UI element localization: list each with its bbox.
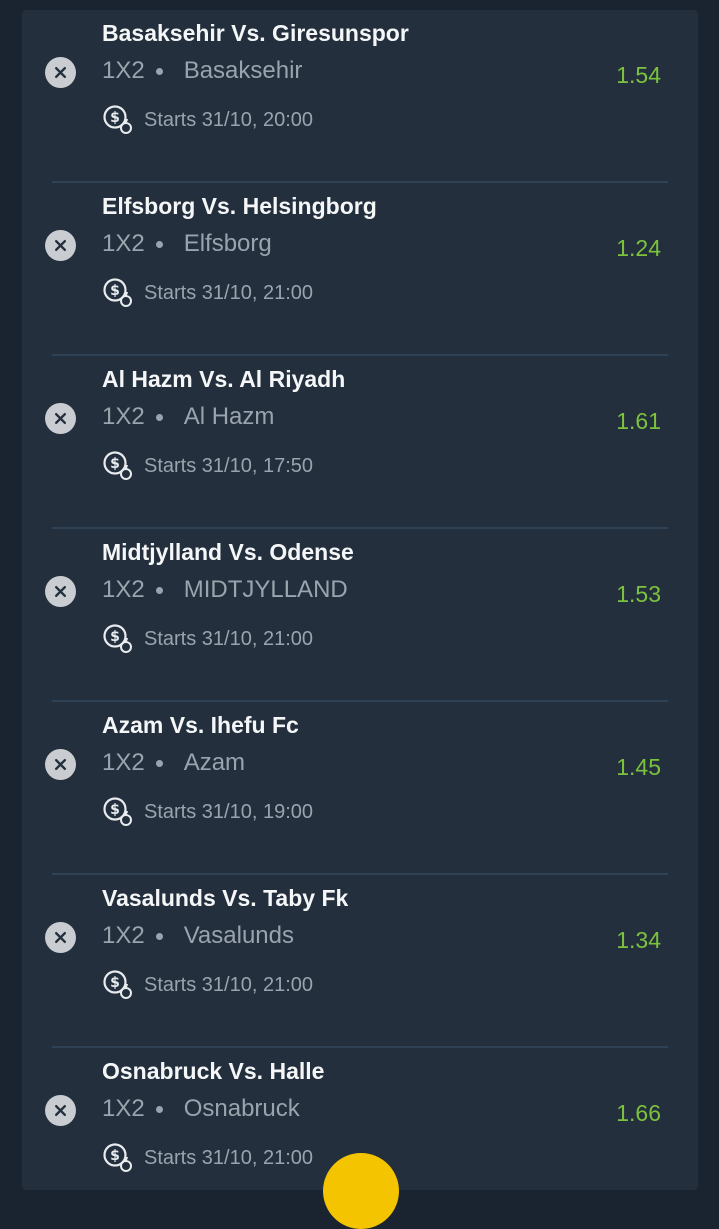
start-text: Starts 31/10, 19:00 [144, 800, 314, 823]
odds-value: 1.24 [616, 235, 661, 261]
selection-name: Azam [183, 749, 246, 776]
remove-bet-button[interactable] [45, 576, 76, 607]
start-time: $ Starts 31/10, 21:00 [102, 277, 313, 309]
close-icon [54, 412, 67, 425]
start-time: $ Starts 31/10, 21:00 [102, 1142, 313, 1174]
start-text: Starts 31/10, 21:00 [144, 281, 314, 304]
svg-text:$: $ [110, 802, 120, 818]
svg-text:$: $ [110, 975, 120, 991]
start-time: $ Starts 31/10, 21:00 [102, 623, 313, 655]
market-line: 1X2 Osnabruck [102, 1095, 300, 1123]
market-line: 1X2 Basaksehir [102, 57, 302, 85]
odds-value: 1.66 [616, 1100, 661, 1126]
bet-item: Azam Vs. Ihefu Fc 1X2 Azam $ Starts 31/10… [22, 702, 698, 875]
bet-item: Elfsborg Vs. Helsingborg 1X2 Elfsborg $ S… [22, 183, 698, 356]
separator-dot [155, 67, 163, 75]
coin-clock-icon: $ [103, 1143, 132, 1172]
remove-bet-button[interactable] [45, 1095, 76, 1126]
selection-name: Elfsborg [183, 230, 272, 257]
match-title: Osnabruck Vs. Halle [102, 1058, 325, 1084]
start-time: $ Starts 31/10, 20:00 [102, 104, 313, 136]
selection-name: Al Hazm [183, 403, 275, 430]
bet-item: Basaksehir Vs. Giresunspor 1X2 Basaksehir… [22, 10, 698, 183]
match-title: Midtjylland Vs. Odense [102, 539, 354, 565]
market-line: 1X2 Al Hazm [102, 403, 274, 431]
start-text: Starts 31/10, 20:00 [144, 108, 314, 131]
bet-item: Al Hazm Vs. Al Riyadh 1X2 Al Hazm $ Start… [22, 356, 698, 529]
market-line: 1X2 Azam [102, 749, 245, 777]
odds-value: 1.53 [616, 581, 661, 607]
coin-clock-icon: $ [103, 624, 132, 653]
market-name: 1X2 [102, 403, 145, 430]
market-name: 1X2 [102, 576, 145, 603]
market-line: 1X2 MIDTJYLLAND [102, 576, 348, 604]
coin-clock-icon: $ [103, 278, 132, 307]
separator-dot [155, 586, 163, 594]
selection-name: Basaksehir [183, 57, 303, 84]
close-icon [54, 585, 67, 598]
bet-item: Vasalunds Vs. Taby Fk 1X2 Vasalunds $ Sta… [22, 875, 698, 1048]
start-text: Starts 31/10, 21:00 [144, 973, 314, 996]
remove-bet-button[interactable] [45, 403, 76, 434]
close-icon [54, 66, 67, 79]
svg-text:$: $ [110, 1148, 120, 1164]
market-name: 1X2 [102, 1095, 145, 1122]
selection-name: Vasalunds [183, 922, 294, 949]
coin-clock-icon: $ [103, 797, 132, 826]
separator-dot [155, 759, 163, 767]
separator-dot [155, 1105, 163, 1113]
close-icon [54, 931, 67, 944]
start-time: $ Starts 31/10, 21:00 [102, 969, 313, 1001]
separator-dot [155, 413, 163, 421]
match-title: Al Hazm Vs. Al Riyadh [102, 366, 346, 392]
separator-dot [155, 932, 163, 940]
start-time: $ Starts 31/10, 17:50 [102, 450, 313, 482]
odds-value: 1.54 [616, 62, 661, 88]
odds-value: 1.34 [616, 927, 661, 953]
remove-bet-button[interactable] [45, 922, 76, 953]
svg-text:$: $ [110, 110, 120, 126]
market-name: 1X2 [102, 57, 145, 84]
remove-bet-button[interactable] [45, 57, 76, 88]
odds-value: 1.45 [616, 754, 661, 780]
start-text: Starts 31/10, 21:00 [144, 1146, 314, 1169]
svg-text:$: $ [110, 629, 120, 645]
selection-name: MIDTJYLLAND [183, 576, 348, 603]
close-icon [54, 758, 67, 771]
coin-clock-icon: $ [103, 105, 132, 134]
svg-text:$: $ [110, 283, 120, 299]
market-name: 1X2 [102, 922, 145, 949]
market-line: 1X2 Vasalunds [102, 922, 294, 950]
coin-clock-icon: $ [103, 970, 132, 999]
start-time: $ Starts 31/10, 19:00 [102, 796, 313, 828]
betslip-panel: Basaksehir Vs. Giresunspor 1X2 Basaksehir… [22, 10, 698, 1190]
start-text: Starts 31/10, 17:50 [144, 454, 314, 477]
coin-clock-icon: $ [103, 451, 132, 480]
floating-action-button[interactable] [323, 1153, 399, 1229]
close-icon [54, 239, 67, 252]
separator-dot [155, 240, 163, 248]
market-name: 1X2 [102, 749, 145, 776]
svg-text:$: $ [110, 456, 120, 472]
match-title: Basaksehir Vs. Giresunspor [102, 20, 409, 46]
remove-bet-button[interactable] [45, 749, 76, 780]
market-name: 1X2 [102, 230, 145, 257]
odds-value: 1.61 [616, 408, 661, 434]
selection-name: Osnabruck [183, 1095, 300, 1122]
match-title: Elfsborg Vs. Helsingborg [102, 193, 377, 219]
start-text: Starts 31/10, 21:00 [144, 627, 314, 650]
match-title: Azam Vs. Ihefu Fc [102, 712, 299, 738]
bet-item: Midtjylland Vs. Odense 1X2 MIDTJYLLAND $ … [22, 529, 698, 702]
close-icon [54, 1104, 67, 1117]
match-title: Vasalunds Vs. Taby Fk [102, 885, 349, 911]
remove-bet-button[interactable] [45, 230, 76, 261]
market-line: 1X2 Elfsborg [102, 230, 272, 258]
